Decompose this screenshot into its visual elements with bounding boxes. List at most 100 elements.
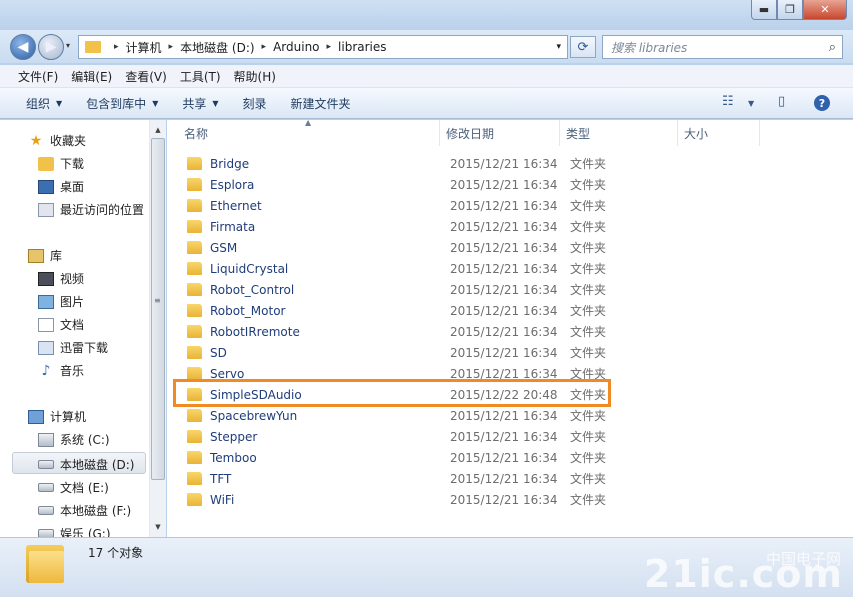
file-row[interactable]: Firmata 2015/12/21 16:34 文件夹 bbox=[183, 216, 763, 237]
menu-edit[interactable]: 编辑(E) bbox=[71, 68, 112, 85]
nav-item-drive-g[interactable]: 娱乐 (G:) bbox=[38, 525, 111, 537]
breadcrumb-separator[interactable]: ▸ bbox=[169, 42, 174, 52]
file-row[interactable]: Bridge 2015/12/21 16:34 文件夹 bbox=[183, 153, 763, 174]
breadcrumb-drive-d[interactable]: 本地磁盘 (D:) bbox=[180, 39, 254, 56]
breadcrumb-computer[interactable]: 计算机 bbox=[126, 39, 162, 56]
nav-libraries-label: 库 bbox=[50, 249, 63, 263]
nav-item-music[interactable]: ♪ 音乐 bbox=[38, 362, 84, 379]
close-button[interactable]: ✕ bbox=[803, 0, 847, 20]
file-row[interactable]: SpacebrewYun 2015/12/21 16:34 文件夹 bbox=[183, 405, 763, 426]
include-in-library-button[interactable]: 包含到库中 ▼ bbox=[86, 95, 158, 112]
menu-file[interactable]: 文件(F) bbox=[18, 68, 58, 85]
view-options-icon[interactable]: ☷ bbox=[722, 94, 734, 109]
file-row[interactable]: Stepper 2015/12/21 16:34 文件夹 bbox=[183, 426, 763, 447]
file-row[interactable]: TFT 2015/12/21 16:34 文件夹 bbox=[183, 468, 763, 489]
maximize-button[interactable]: ❐ bbox=[777, 0, 803, 20]
breadcrumb-separator[interactable]: ▸ bbox=[114, 42, 119, 52]
scroll-up-arrow-icon[interactable]: ▲ bbox=[150, 122, 166, 138]
scrollbar-thumb[interactable] bbox=[151, 138, 165, 480]
column-header-size[interactable]: 大小 bbox=[678, 120, 760, 146]
file-row[interactable]: Esplora 2015/12/21 16:34 文件夹 bbox=[183, 174, 763, 195]
column-header-name[interactable]: 名称 bbox=[167, 120, 440, 146]
file-row[interactable]: WiFi 2015/12/21 16:34 文件夹 bbox=[183, 489, 763, 510]
nav-item-downloads[interactable]: 下载 bbox=[38, 155, 84, 172]
search-input[interactable]: 搜索 libraries ⌕ bbox=[602, 35, 843, 59]
nav-item-drive-d[interactable]: 本地磁盘 (D:) bbox=[38, 456, 134, 473]
share-button[interactable]: 共享 ▼ bbox=[182, 95, 218, 112]
command-bar: 组织 ▼ 包含到库中 ▼ 共享 ▼ 刻录 新建文件夹 ☷ ▼ ▯ ? bbox=[0, 88, 853, 119]
address-dropdown-icon[interactable]: ▾ bbox=[556, 42, 561, 52]
view-dropdown-icon[interactable]: ▼ bbox=[748, 99, 754, 108]
large-folder-icon bbox=[26, 543, 66, 583]
refresh-button[interactable]: ⟳ bbox=[570, 36, 596, 58]
nav-item-label: 下载 bbox=[60, 157, 85, 171]
nav-item-drive-c[interactable]: 系统 (C:) bbox=[38, 431, 110, 448]
arrow-right-icon: ▶ bbox=[45, 39, 57, 55]
address-bar[interactable]: ▸ 计算机 ▸ 本地磁盘 (D:) ▸ Arduino ▸ libraries ▾ bbox=[78, 35, 568, 59]
desktop-icon bbox=[38, 179, 54, 194]
file-modified: 2015/12/21 16:34 bbox=[450, 408, 558, 423]
column-type-label: 类型 bbox=[566, 126, 591, 141]
downloads-folder-icon bbox=[38, 156, 54, 171]
file-type: 文件夹 bbox=[570, 493, 607, 507]
chevron-down-icon: ▼ bbox=[212, 98, 219, 108]
menu-view[interactable]: 查看(V) bbox=[125, 68, 167, 85]
file-row[interactable]: Robot_Motor 2015/12/21 16:34 文件夹 bbox=[183, 300, 763, 321]
file-type: 文件夹 bbox=[570, 220, 607, 234]
back-button[interactable]: ◀ bbox=[10, 34, 36, 60]
file-row[interactable]: RobotIRremote 2015/12/21 16:34 文件夹 bbox=[183, 321, 763, 342]
nav-item-drive-e[interactable]: 文档 (E:) bbox=[38, 479, 109, 496]
hard-drive-icon bbox=[38, 506, 54, 515]
file-row[interactable]: Robot_Control 2015/12/21 16:34 文件夹 bbox=[183, 279, 763, 300]
file-name: Ethernet bbox=[210, 198, 262, 213]
nav-item-drive-f[interactable]: 本地磁盘 (F:) bbox=[38, 502, 131, 519]
breadcrumb-separator[interactable]: ▸ bbox=[327, 42, 332, 52]
hard-drive-icon bbox=[38, 460, 54, 469]
burn-button[interactable]: 刻录 bbox=[243, 95, 267, 112]
nav-item-pictures[interactable]: 图片 bbox=[38, 293, 84, 310]
folder-icon bbox=[187, 304, 202, 317]
nav-item-videos[interactable]: 视频 bbox=[38, 270, 84, 287]
pictures-library-icon bbox=[38, 294, 54, 309]
nav-item-documents[interactable]: 文档 bbox=[38, 316, 84, 333]
scroll-down-arrow-icon[interactable]: ▼ bbox=[150, 519, 166, 535]
forward-button[interactable]: ▶ bbox=[38, 34, 64, 60]
file-row[interactable]: SD 2015/12/21 16:34 文件夹 bbox=[183, 342, 763, 363]
column-name-label: 名称 bbox=[184, 126, 209, 141]
column-header-modified[interactable]: 修改日期 bbox=[440, 120, 560, 146]
file-name: TFT bbox=[210, 471, 232, 486]
menu-tools[interactable]: 工具(T) bbox=[180, 68, 221, 85]
highlight-box bbox=[173, 379, 611, 407]
breadcrumb-arduino[interactable]: Arduino bbox=[273, 40, 319, 54]
breadcrumb-libraries[interactable]: libraries bbox=[338, 40, 386, 54]
file-name: Bridge bbox=[210, 156, 250, 171]
nav-item-thunder-downloads[interactable]: 迅雷下载 bbox=[38, 339, 108, 356]
column-header-type[interactable]: 类型 bbox=[560, 120, 678, 146]
preview-pane-icon[interactable]: ▯ bbox=[778, 94, 785, 109]
file-name: SD bbox=[210, 345, 227, 360]
minimize-button[interactable]: ▬ bbox=[751, 0, 777, 20]
file-row[interactable]: Temboo 2015/12/21 16:34 文件夹 bbox=[183, 447, 763, 468]
new-folder-button[interactable]: 新建文件夹 bbox=[291, 95, 351, 112]
nav-item-desktop[interactable]: 桌面 bbox=[38, 178, 84, 195]
recent-pages-dropdown[interactable]: ▾ bbox=[66, 41, 70, 50]
menu-help[interactable]: 帮助(H) bbox=[234, 68, 276, 85]
file-type: 文件夹 bbox=[570, 472, 607, 486]
folder-icon bbox=[187, 157, 202, 170]
file-list-pane: ▲ 名称 修改日期 类型 大小 Bridge 2015/12/21 16:34 文件… bbox=[167, 118, 853, 537]
nav-item-recent[interactable]: 最近访问的位置 bbox=[38, 201, 144, 218]
help-icon[interactable]: ? bbox=[814, 95, 830, 111]
file-row[interactable]: Ethernet 2015/12/21 16:34 文件夹 bbox=[183, 195, 763, 216]
nav-computer[interactable]: 计算机 bbox=[28, 408, 86, 425]
organize-button[interactable]: 组织 ▼ bbox=[26, 95, 62, 112]
navigation-scrollbar[interactable]: ▲ ≡ ▼ bbox=[149, 120, 166, 537]
nav-item-label: 桌面 bbox=[60, 180, 85, 194]
breadcrumb-separator[interactable]: ▸ bbox=[262, 42, 267, 52]
folder-icon bbox=[187, 409, 202, 422]
nav-libraries[interactable]: 库 bbox=[28, 247, 62, 264]
nav-favorites[interactable]: ★ 收藏夹 bbox=[28, 132, 86, 149]
file-row[interactable]: LiquidCrystal 2015/12/21 16:34 文件夹 bbox=[183, 258, 763, 279]
nav-item-label: 文档 bbox=[60, 318, 85, 332]
search-icon[interactable]: ⌕ bbox=[829, 40, 836, 55]
file-row[interactable]: GSM 2015/12/21 16:34 文件夹 bbox=[183, 237, 763, 258]
